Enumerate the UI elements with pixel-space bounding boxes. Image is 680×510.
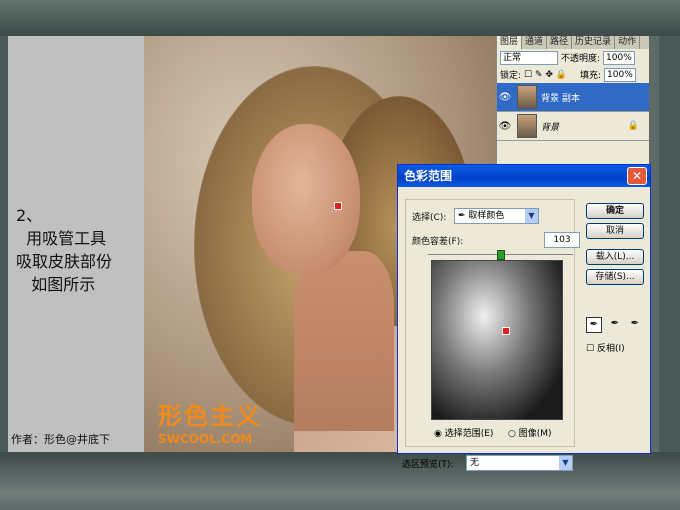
tab-actions[interactable]: 动作	[615, 36, 641, 49]
fuzziness-label: 颜色容差(F):	[412, 237, 464, 247]
slider-thumb[interactable]	[497, 250, 505, 260]
select-label: 选择(C):	[412, 213, 447, 223]
layer-name: 背景 副本	[541, 93, 580, 104]
radio-selection[interactable]: ◉ 选择范围(E)	[434, 426, 493, 439]
radio-selection-label: 选择范围(E)	[444, 429, 494, 439]
preview-row: 选区预览(T):	[402, 457, 454, 470]
site-logo: 形色主义	[158, 402, 262, 430]
invert-checkbox[interactable]: ☐ 反相(I)	[586, 341, 625, 354]
layer-row[interactable]: 👁 背景 副本	[497, 83, 649, 112]
chevron-down-icon: ▼	[525, 209, 538, 223]
tab-paths[interactable]: 路径	[547, 36, 573, 49]
preview-dropdown[interactable]: 无 ▼	[466, 455, 573, 471]
color-range-dialog: 色彩范围 ✕ 选择(C): ✒ 取样颜色 ▼ 颜色容差(F): 103 ◉ 选择…	[397, 164, 651, 471]
tab-history[interactable]: 历史记录	[572, 36, 616, 49]
sample-point-marker	[334, 202, 342, 210]
select-value: 取样颜色	[468, 211, 505, 221]
cancel-button[interactable]: 取消	[586, 223, 644, 239]
invert-label: 反相(I)	[596, 344, 625, 354]
fuzziness-input[interactable]: 103	[544, 232, 580, 248]
opacity-label: 不透明度:	[561, 54, 601, 64]
blend-row: 正常 不透明度: 100%	[497, 49, 649, 66]
author-credit: 作者：形色@井底下	[11, 433, 110, 446]
fuzziness-slider[interactable]	[428, 250, 573, 260]
eye-icon[interactable]: 👁	[497, 121, 513, 132]
select-dropdown[interactable]: ✒ 取样颜色 ▼	[454, 208, 539, 224]
lock-icon: 🔒	[627, 121, 639, 131]
radio-image-label: 图像(M)	[518, 429, 552, 439]
close-icon[interactable]: ✕	[627, 167, 647, 185]
sample-point-marker	[502, 327, 510, 335]
lock-label: 锁定:	[500, 71, 522, 81]
ok-button[interactable]: 确定	[586, 203, 644, 219]
opacity-input[interactable]: 100%	[603, 50, 635, 65]
preview-label: 选区预览(T):	[402, 460, 454, 470]
top-frame	[0, 0, 680, 36]
lock-row: 锁定: ☐ ✎ ✥ 🔒 填充: 100%	[497, 66, 649, 83]
panel-tabs: 图层 通道 路径 历史记录 动作	[497, 36, 649, 49]
blend-mode-value: 正常	[503, 52, 522, 63]
selection-preview[interactable]	[431, 260, 563, 420]
preview-value: 无	[470, 458, 480, 468]
save-button[interactable]: 存储(S)...	[586, 269, 644, 285]
eye-icon[interactable]: 👁	[497, 92, 513, 103]
dialog-title-text: 色彩范围	[404, 169, 453, 183]
selection-group: 选择(C): ✒ 取样颜色 ▼ 颜色容差(F): 103 ◉ 选择范围(E) ○…	[405, 199, 580, 447]
eyedropper-minus-icon[interactable]: ✒	[628, 317, 642, 331]
lock-icons[interactable]: ☐ ✎ ✥ 🔒	[524, 70, 567, 80]
blend-mode-select[interactable]: 正常	[500, 50, 558, 65]
layer-row[interactable]: 👁 背景 🔒	[497, 112, 649, 141]
fill-label: 填充:	[580, 71, 602, 81]
eyedropper-plus-icon[interactable]: ✒	[608, 317, 622, 331]
load-button[interactable]: 载入(L)...	[586, 249, 644, 265]
bottom-frame	[0, 452, 680, 510]
caption-panel: 2、 用吸管工具 吸取皮肤部份 如图所示 作者：形色@井底下	[8, 36, 144, 452]
tab-layers[interactable]: 图层	[497, 36, 523, 49]
face-shape	[252, 124, 360, 274]
layer-name: 背景	[541, 122, 560, 133]
step-caption: 2、 用吸管工具 吸取皮肤部份 如图所示	[16, 206, 113, 294]
eyedropper-icon: ✒	[458, 211, 466, 221]
dialog-title: 色彩范围 ✕	[398, 165, 650, 187]
radio-image[interactable]: ○ 图像(M)	[508, 426, 552, 439]
fill-input[interactable]: 100%	[604, 67, 636, 82]
eyedropper-icon[interactable]: ✒	[586, 317, 602, 333]
layer-thumbnail	[517, 114, 537, 138]
chevron-down-icon: ▼	[559, 456, 572, 470]
tab-channels[interactable]: 通道	[522, 36, 548, 49]
neck-shape	[294, 251, 394, 431]
site-logo-url: SWCOOL.COM	[158, 432, 253, 446]
layer-thumbnail	[517, 85, 537, 109]
